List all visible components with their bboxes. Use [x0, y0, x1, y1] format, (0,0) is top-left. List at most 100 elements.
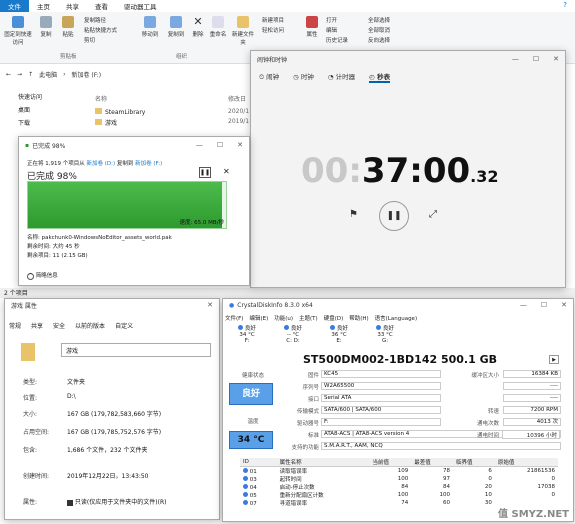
column-date-header[interactable]: 修改日 [228, 94, 246, 103]
new-folder-button[interactable]: 新建文件夹 [232, 16, 254, 46]
next-drive-button[interactable]: ▶ [549, 355, 559, 364]
help-icon[interactable]: ? [563, 1, 567, 9]
tab-security[interactable]: 安全 [53, 321, 65, 330]
up-icon[interactable]: ↑ [28, 71, 33, 78]
drive-selector[interactable]: 良好 33 °C G: [365, 324, 405, 344]
source-link[interactable]: 新加卷 (D:) [87, 161, 116, 167]
remaining-items: 剩余项目: 11 (2.15 GB) [27, 253, 88, 259]
readonly-checkbox[interactable]: 只读(仅应用于文件夹中的文件)(R) [67, 497, 166, 506]
clock-title-bar: 闹钟和时钟 — ☐ ✕ [251, 51, 565, 67]
easy-access-button[interactable]: 轻松访问 [262, 26, 284, 34]
column-header[interactable]: 属性名称 [276, 458, 370, 467]
tab-alarm[interactable]: ⏲ 闹钟 [259, 71, 279, 83]
cancel-icon[interactable]: ✕ [223, 167, 230, 176]
select-all-button[interactable]: 全部选择 [368, 16, 390, 24]
speed-label: 速度: 65.0 MB/秒 [179, 220, 224, 226]
tab-timer[interactable]: ◔ 计时器 [328, 71, 355, 83]
select-none-button[interactable]: 全部取消 [368, 26, 390, 34]
drive-selector[interactable]: 良好 36 °C E: [319, 324, 359, 344]
sidebar-item-desktop[interactable]: 桌面 [0, 103, 90, 116]
folder-name-input[interactable]: 游戏 [61, 343, 211, 357]
status-dot-icon [243, 499, 248, 505]
tab-home[interactable]: 主页 [29, 0, 58, 12]
menu-file[interactable]: 文件(F) [225, 314, 243, 322]
drive-selector[interactable]: 良好 -- °C C: D: [273, 324, 313, 344]
paste-shortcut-button[interactable]: 粘贴快捷方式 [84, 26, 117, 34]
prop-label: 位置: [23, 395, 38, 402]
file-row[interactable]: 游戏 [95, 118, 117, 127]
close-icon[interactable]: ✕ [237, 141, 243, 149]
minimize-icon[interactable]: — [520, 301, 527, 309]
tab-general[interactable]: 常规 [9, 321, 21, 330]
tab-view[interactable]: 查看 [87, 0, 116, 12]
menu-theme[interactable]: 主题(T) [299, 314, 318, 322]
breadcrumb-drive[interactable]: 新加卷 (F:) [72, 70, 102, 79]
close-icon[interactable]: ✕ [207, 301, 213, 309]
tab-stopwatch[interactable]: ◴ 秒表 [369, 71, 391, 83]
expand-icon[interactable]: ⤢ [429, 209, 437, 220]
menu-edit[interactable]: 编辑(E) [249, 314, 268, 322]
field-value: KC45 [321, 370, 441, 378]
flag-icon[interactable]: ⚑ [349, 209, 358, 220]
close-icon[interactable]: ✕ [561, 301, 567, 309]
properties-button[interactable]: 属性 [302, 16, 322, 38]
copy-path-button[interactable]: 复制路径 [84, 16, 106, 24]
dest-link[interactable]: 新加卷 (F:) [135, 161, 162, 167]
sidebar-item-downloads[interactable]: 下载 [0, 116, 90, 129]
edit-button[interactable]: 编辑 [326, 26, 337, 34]
tab-customize[interactable]: 自定义 [115, 321, 133, 330]
tab-file[interactable]: 文件 [0, 0, 29, 12]
maximize-icon[interactable]: ☐ [541, 301, 547, 309]
table-row[interactable]: 03 起转时间 100 97 0 0 [240, 475, 558, 483]
open-button[interactable]: 打开 [326, 16, 337, 24]
menu-language[interactable]: 语言(Language) [375, 314, 417, 322]
copy-to-button[interactable]: 复制到 [164, 16, 188, 38]
tab-clock[interactable]: ◷ 时钟 [293, 71, 314, 83]
rename-button[interactable]: 重命名 [208, 16, 228, 38]
paste-button[interactable]: 粘贴 [58, 16, 78, 38]
column-header[interactable]: ID [240, 458, 277, 467]
drive-selector[interactable]: 良好 34 °C F: [227, 324, 267, 344]
tab-sharing[interactable]: 共享 [31, 321, 43, 330]
pause-button[interactable]: ❚❚ [199, 167, 211, 178]
minimize-icon[interactable]: — [512, 55, 519, 63]
delete-button[interactable]: ✕ 删除 [190, 16, 206, 39]
pause-button[interactable]: ❚❚ [379, 201, 409, 231]
history-button[interactable]: 历史记录 [326, 36, 348, 44]
table-row[interactable]: 04 启动-停止次数 84 84 20 17038 [240, 483, 558, 491]
address-bar[interactable]: ← → ↑ 此电脑 › 新加卷 (F:) [0, 66, 260, 82]
column-name-header[interactable]: 名称 [95, 94, 107, 103]
column-header[interactable]: 原始值 [494, 458, 558, 467]
forward-icon[interactable]: → [17, 71, 22, 78]
column-header[interactable]: 当前值 [369, 458, 412, 467]
minimize-icon[interactable]: — [196, 141, 203, 149]
field-value: 4013 次 [503, 418, 561, 426]
table-row[interactable]: 05 重新分配扇区计数 100 100 10 0 [240, 491, 558, 499]
tab-share[interactable]: 共享 [58, 0, 87, 12]
file-row[interactable]: SteamLibrary [95, 108, 145, 116]
invert-selection-button[interactable]: 反向选择 [368, 36, 390, 44]
menu-disk[interactable]: 硬盘(D) [324, 314, 344, 322]
sidebar-item-quick-access[interactable]: 快速访问 [0, 90, 90, 103]
health-label: 健康状态 [241, 373, 264, 379]
maximize-icon[interactable]: ☐ [217, 141, 223, 149]
menu-function[interactable]: 功能(u) [274, 314, 293, 322]
back-icon[interactable]: ← [6, 71, 11, 78]
breadcrumb-pc[interactable]: 此电脑 [39, 70, 57, 79]
prop-label: 类型: [23, 379, 38, 386]
column-header[interactable]: 临界值 [453, 458, 495, 467]
close-icon[interactable]: ✕ [553, 55, 559, 63]
copy-button[interactable]: 复制 [36, 16, 56, 38]
menu-help[interactable]: 帮助(H) [349, 314, 368, 322]
column-header[interactable]: 最差值 [411, 458, 454, 467]
tab-drive-tools[interactable]: 驱动器工具 [116, 0, 165, 12]
pin-button[interactable]: 固定到快速访问 [4, 16, 32, 46]
folder-icon [21, 343, 35, 361]
table-row[interactable]: 01 读取错误率 109 78 6 21861536 [240, 467, 558, 475]
maximize-icon[interactable]: ☐ [533, 55, 539, 63]
tab-previous-versions[interactable]: 以前的版本 [75, 321, 105, 330]
new-item-button[interactable]: 新建项目 [262, 16, 284, 24]
less-info-button[interactable]: ^ 简略信息 [27, 271, 58, 280]
cut-button[interactable]: 剪切 [84, 36, 95, 44]
move-to-button[interactable]: 移动到 [138, 16, 162, 38]
